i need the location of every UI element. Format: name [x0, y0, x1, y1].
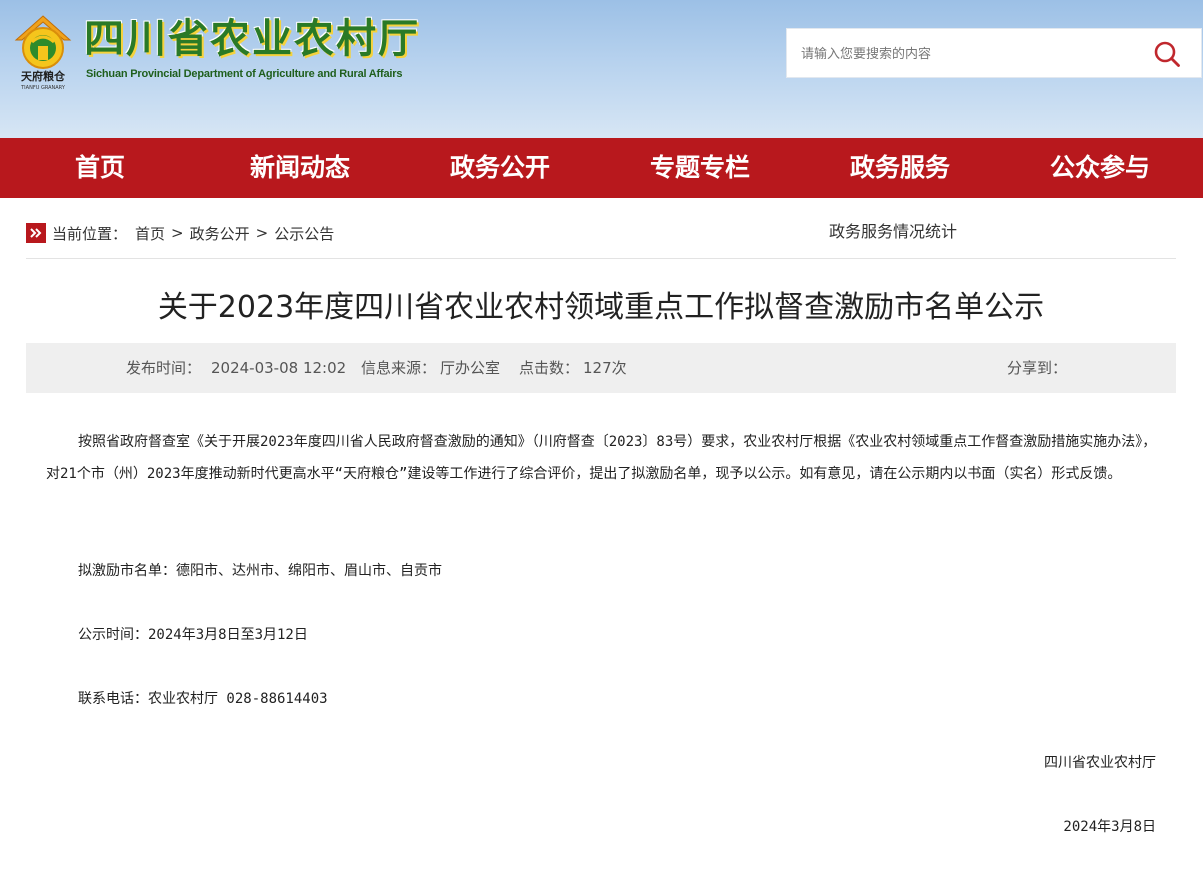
- logo-seal-text: 天府粮仓: [21, 69, 66, 83]
- publish-time-label: 发布时间：: [126, 359, 202, 377]
- article-title: 关于2023年度四川省农业农村领域重点工作拟督查激励市名单公示: [157, 290, 1045, 325]
- nav-item-special-topics[interactable]: 专题专栏: [600, 138, 800, 198]
- site-title: 四川省农业农村厅: [84, 16, 420, 62]
- article-body: 按照省政府督查室《关于开展2023年度四川省人民政府督查激励的通知》（川府督查〔…: [46, 426, 1158, 490]
- signature-date: 2024年3月8日: [1063, 819, 1156, 835]
- source-value: 厅办公室: [440, 359, 501, 377]
- clicks-label: 点击数：: [519, 359, 580, 377]
- breadcrumb-gov-affairs-public[interactable]: 政务公开: [190, 223, 250, 244]
- nav-item-public-participation[interactable]: 公众参与: [1000, 138, 1200, 198]
- double-chevron-right-icon: [26, 223, 46, 243]
- breadcrumb-label: 当前位置：: [52, 224, 128, 243]
- signature: 四川省农业农村厅: [1044, 755, 1156, 771]
- service-stats-link[interactable]: 政务服务情况统计: [829, 218, 957, 242]
- article-paragraph: 按照省政府督查室《关于开展2023年度四川省人民政府督查激励的通知》（川府督查〔…: [46, 434, 1157, 482]
- search-box: [786, 28, 1202, 79]
- site-header: 天府粮仓 TIANFU GRANARY 四川省农业农村厅 Sichuan Pro…: [0, 0, 1203, 138]
- breadcrumb-separator: >: [171, 224, 184, 242]
- publicity-period: 公示时间：2024年3月8日至3月12日: [78, 627, 308, 643]
- main-nav: 首页 新闻动态 政务公开 专题专栏 政务服务 公众参与: [0, 138, 1203, 198]
- tianfu-granary-logo-icon[interactable]: 天府粮仓 TIANFU GRANARY: [14, 14, 72, 92]
- search-input[interactable]: [787, 29, 1153, 79]
- divider: [26, 258, 1176, 259]
- nav-item-news[interactable]: 新闻动态: [200, 138, 400, 198]
- nav-item-gov-services[interactable]: 政务服务: [800, 138, 1000, 198]
- search-icon[interactable]: [1153, 40, 1181, 68]
- contact-phone: 联系电话：农业农村厅 028-88614403: [78, 691, 328, 707]
- breadcrumb-separator: >: [255, 224, 269, 242]
- nav-item-home[interactable]: 首页: [0, 138, 200, 198]
- breadcrumb-home[interactable]: 首页: [135, 223, 165, 244]
- share-label: 分享到：: [1007, 359, 1068, 377]
- site-subtitle: Sichuan Provincial Department of Agricul…: [86, 68, 403, 80]
- breadcrumb-announcements[interactable]: 公示公告: [274, 223, 334, 244]
- nav-item-gov-affairs-public[interactable]: 政务公开: [400, 138, 600, 198]
- source-label: 信息来源：: [361, 359, 437, 377]
- logo-seal-subtext: TIANFU GRANARY: [20, 85, 66, 91]
- article-meta-bar: 发布时间： 2024-03-08 12:02 信息来源： 厅办公室 点击数： 1…: [26, 343, 1176, 393]
- breadcrumb: 当前位置： 首页 > 政务公开 > 公示公告: [26, 221, 334, 245]
- clicks-count: 127次: [583, 359, 627, 377]
- incentive-city-list: 拟激励市名单：德阳市、达州市、绵阳市、眉山市、自贡市: [78, 563, 442, 579]
- publish-time: 2024-03-08 12:02: [211, 359, 347, 377]
